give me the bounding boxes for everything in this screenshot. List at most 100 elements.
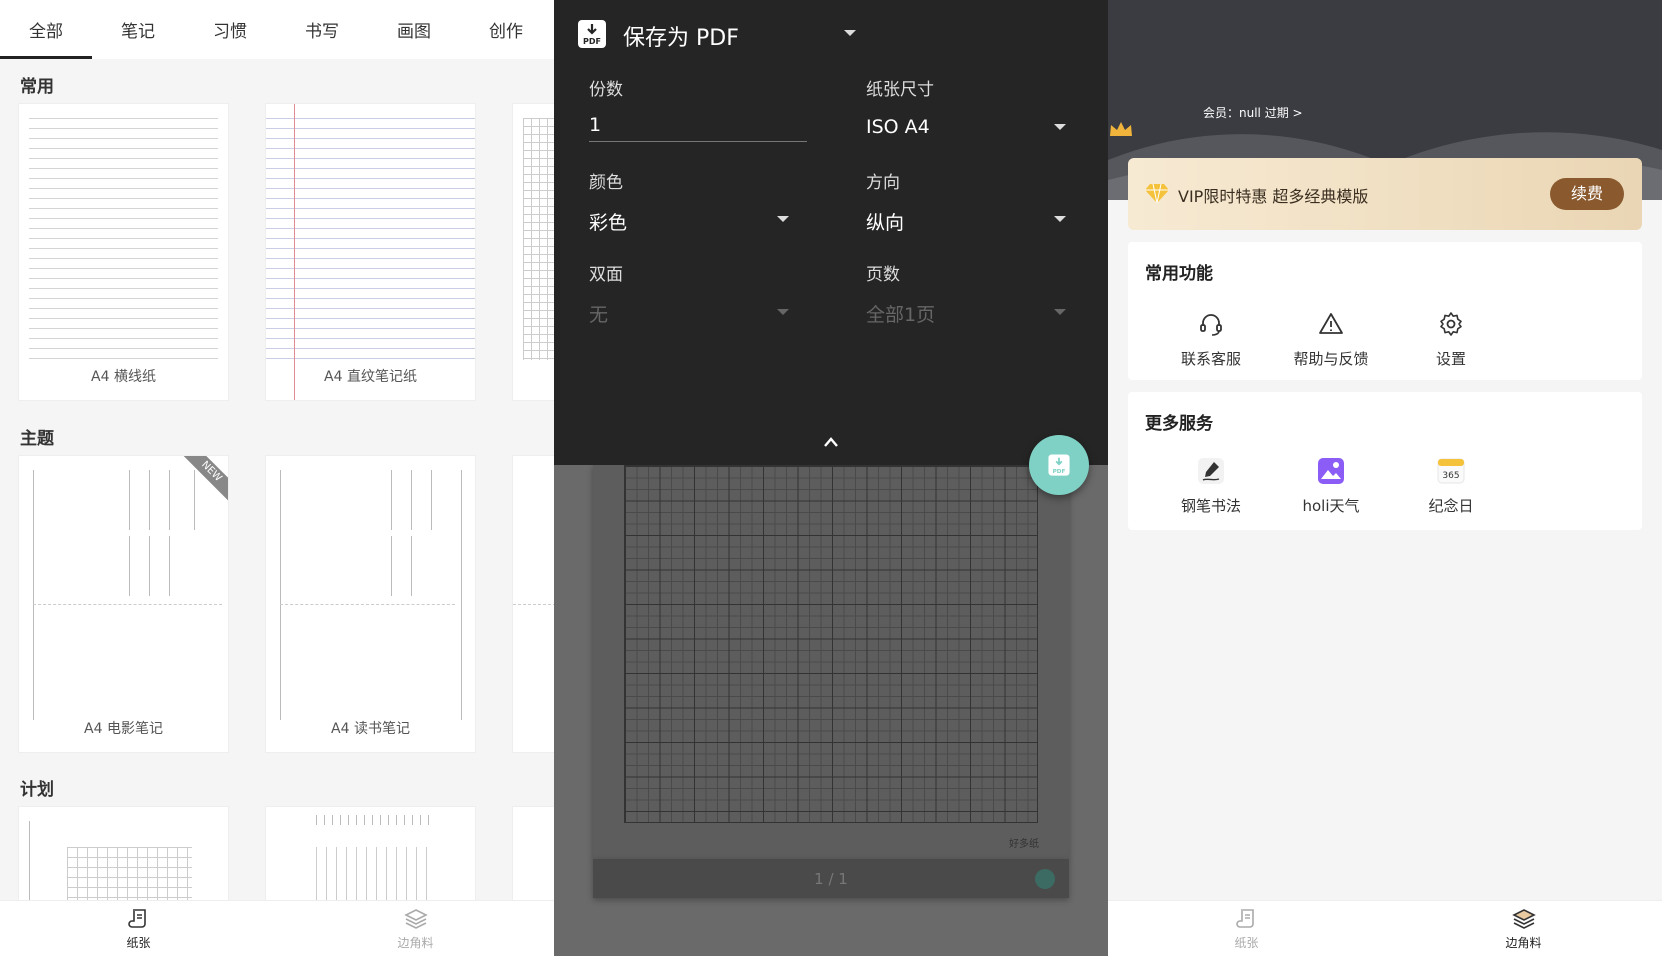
paper-size-select[interactable]: ISO A4 [866,116,930,138]
nav-paper[interactable]: 纸张 [1108,901,1385,956]
diamond-icon [1145,183,1169,204]
tab-drawing[interactable]: 画图 [368,0,460,59]
pen-calligraphy-icon [1198,458,1224,484]
template-card-habit-tracker[interactable] [18,806,229,906]
vip-promo-text: VIP限时特惠 超多经典模版 [1178,187,1369,206]
help-feedback-button[interactable]: 帮助与反馈 [1271,310,1391,369]
tab-all[interactable]: 全部 [0,0,92,59]
section-title-plan: 计划 [20,780,54,800]
preview-grid [624,465,1038,823]
orientation-label: 方向 [866,173,900,193]
copies-label: 份数 [589,80,623,100]
divider [461,470,462,720]
printer-select[interactable]: 保存为 PDF [623,20,739,52]
vip-banner[interactable]: VIP限时特惠 超多经典模版 续费 [1128,158,1642,230]
pages-caret-icon [1054,309,1066,315]
pages-select: 全部1页 [866,304,936,326]
section-title-common: 常用 [20,77,54,97]
straight-paper-thumbnail [266,118,475,360]
nav-label: 纸张 [126,936,151,950]
tab-notes[interactable]: 笔记 [92,0,184,59]
template-card-partial[interactable] [512,806,554,906]
template-card-movie[interactable]: NEW A4 电影笔记 [18,455,229,753]
divider [513,604,554,605]
template-caption: A4 电影笔记 [84,721,163,737]
divider [411,470,412,530]
color-select[interactable]: 彩色 [589,208,627,235]
duplex-caret-icon [777,309,789,315]
more-services-title: 更多服务 [1145,414,1213,434]
template-card-straight[interactable]: A4 直纹笔记纸 [265,103,476,401]
divider [129,470,130,530]
divider [411,536,412,596]
divider [194,470,195,530]
templates-pane: 全部 笔记 习惯 书写 画图 创作 常用 A4 横线纸 A4 直纹笔记纸 主题 … [0,0,554,956]
customer-service-button[interactable]: 联系客服 [1151,310,1271,369]
service-label: holi天气 [1302,497,1360,515]
calligraphy-button[interactable]: 钢笔书法 [1151,457,1271,516]
printer-dropdown-caret-icon[interactable] [844,30,856,36]
member-status-link[interactable]: 会员：null 过期 > [1203,104,1303,121]
category-tabs: 全部 笔记 习惯 书写 画图 创作 [0,0,554,59]
color-label: 颜色 [589,173,623,193]
tab-habits[interactable]: 习惯 [184,0,276,59]
scroll-icon [127,909,146,928]
tab-creation[interactable]: 创作 [460,0,552,59]
color-caret-icon[interactable] [777,216,789,222]
divider [29,821,30,905]
divider [280,604,455,605]
template-card-planner[interactable] [265,806,476,906]
calendar-icon: 365 [1437,458,1465,484]
nav-label: 纸张 [1234,936,1259,950]
duplex-label: 双面 [589,265,623,285]
duplex-select: 无 [589,304,609,326]
warning-icon [1319,313,1343,334]
template-card-grid[interactable] [512,103,554,401]
nav-label: 边角料 [397,936,434,950]
nav-paper[interactable]: 纸张 [0,901,277,956]
layers-icon [403,909,428,929]
nav-scraps[interactable]: 边角料 [1385,901,1662,956]
section-title-theme: 主题 [20,429,54,449]
tab-writing[interactable]: 书写 [276,0,368,59]
divider [280,470,281,720]
anniversary-button[interactable]: 365 纪念日 [1391,457,1511,516]
weather-app-icon [1318,458,1344,484]
habit-grid [67,847,192,905]
calendar-number: 365 [1442,471,1459,481]
crown-icon [1110,122,1132,136]
template-card-partial[interactable] [512,455,554,753]
holi-weather-button[interactable]: holi天气 [1271,457,1391,516]
planner-columns [316,847,436,905]
divider [149,536,150,596]
orientation-caret-icon[interactable] [1054,216,1066,222]
more-services-card: 更多服务 钢笔书法 holi天气 365 纪念日 [1128,392,1642,530]
headset-icon [1200,314,1222,336]
page-preview: 好多纸 [593,465,1069,859]
grid-paper-thumbnail [523,118,554,360]
divider [391,470,392,530]
settings-button[interactable]: 设置 [1391,310,1511,369]
gear-icon [1440,312,1462,336]
paper-size-caret-icon[interactable] [1054,124,1066,130]
common-functions-title: 常用功能 [1145,264,1213,284]
nav-scraps[interactable]: 边角料 [277,901,554,956]
renew-button[interactable]: 续费 [1550,178,1624,210]
template-card-reading[interactable]: A4 读书笔记 [265,455,476,753]
paper-size-label: 纸张尺寸 [866,80,934,100]
page-selected-check-icon[interactable] [1035,869,1055,889]
chevron-up-icon[interactable] [823,436,839,448]
template-caption: A4 横线纸 [91,369,156,385]
divider [33,470,34,720]
preview-brand: 好多纸 [1009,839,1039,850]
layers-icon [1511,909,1536,929]
save-pdf-button[interactable]: PDF [1029,435,1089,495]
divider [169,536,170,596]
template-card-lined[interactable]: A4 横线纸 [18,103,229,401]
orientation-select[interactable]: 纵向 [866,208,904,235]
copies-input[interactable]: 1 [589,114,601,136]
copies-underline [589,141,807,142]
margin-line [294,104,295,400]
new-badge: NEW [180,456,228,503]
profile-pane: 会员：null 过期 > VIP限时特惠 超多经典模版 续费 常用功能 联系客服… [1108,0,1662,956]
